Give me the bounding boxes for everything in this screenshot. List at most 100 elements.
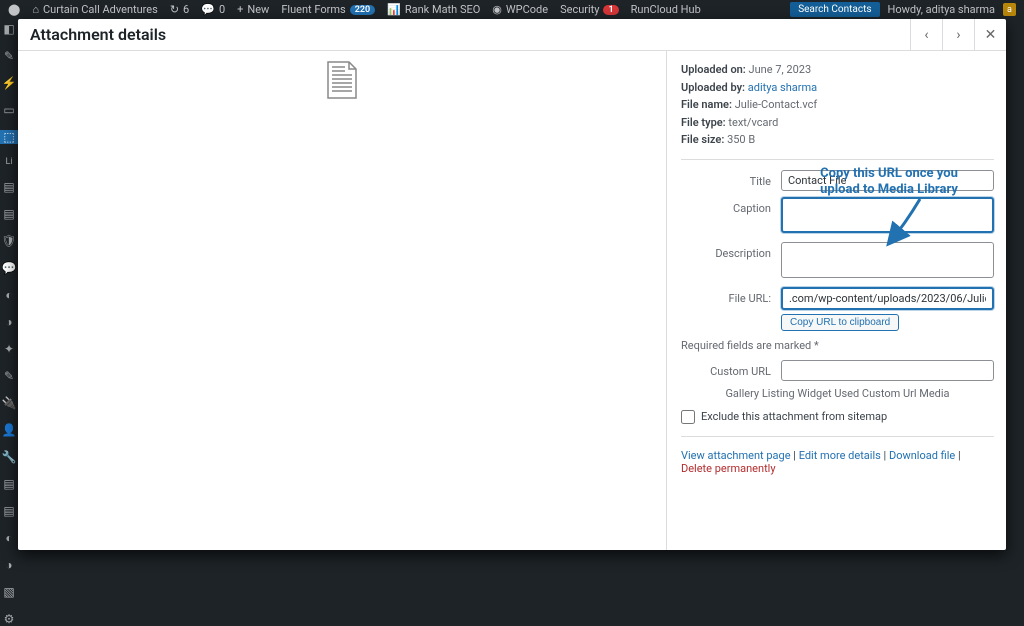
caption-input[interactable] [781,197,994,233]
custom-url-input[interactable] [781,360,994,381]
plugins-icon[interactable]: 🔌 [2,396,16,410]
runcloud-label: RunCloud Hub [631,3,701,16]
attachment-actions: View attachment page | Edit more details… [681,449,994,475]
exclude-sitemap-checkbox[interactable] [681,410,695,424]
description-input[interactable] [781,242,994,278]
new-item[interactable]: + New [237,3,269,16]
prev-button[interactable]: ‹ [910,19,942,51]
site-name-item[interactable]: ⌂ Curtain Call Adventures [32,3,158,16]
wp-logo[interactable]: ⬤ [8,3,20,16]
avatar: a [1003,3,1016,16]
edit-more-link[interactable]: Edit more details [799,449,881,462]
modal-title: Attachment details [18,25,910,44]
item-icon[interactable]: ◑ [2,315,16,329]
title-label: Title [681,170,781,188]
caption-label: Caption [681,197,781,215]
item-icon[interactable]: ▤ [2,504,16,518]
wpcode-label: WPCode [506,3,548,16]
title-input[interactable] [781,170,994,191]
plus-icon: + [237,3,243,16]
close-button[interactable]: ✕ [974,19,1006,51]
item-icon[interactable]: ✦ [2,342,16,356]
fluent-badge: 220 [350,5,375,15]
rank-math-label: Rank Math SEO [405,3,480,16]
attachment-details-modal: Attachment details ‹ › ✕ [18,19,1006,550]
view-attachment-link[interactable]: View attachment page [681,449,791,462]
admin-sidebar: ◧ ✎ ⚡ ▭ ⬚ Li ▤ ▤ 🛡 💬 ◐ ◑ ✦ ✎ 🔌 👤 🔧 ▤ ▤ ◐… [0,19,18,556]
document-icon [327,61,357,99]
copy-url-button[interactable]: Copy URL to clipboard [781,314,899,331]
fluent-label: Fluent Forms [281,3,345,16]
chart-icon: 📊 [387,3,401,16]
home-icon: ⌂ [32,3,39,16]
jetpack-icon[interactable]: ⚡ [2,76,16,90]
file-type-value: text/vcard [728,116,778,129]
attachment-preview [18,51,667,550]
exclude-sitemap-label: Exclude this attachment from sitemap [701,410,887,423]
comments-icon[interactable]: 💬 [2,261,16,275]
settings-icon[interactable]: ⚙ [2,612,16,626]
file-url-row: File URL: Copy URL to clipboard [681,287,994,331]
security-item[interactable]: Security 1 [560,3,619,16]
comment-icon: 💬 [201,3,215,16]
uploaded-on-value: June 7, 2023 [749,63,812,76]
title-row: Title [681,170,994,191]
custom-url-label: Custom URL [681,360,781,378]
fluent-forms-item[interactable]: Fluent Forms 220 [281,3,375,16]
modal-header: Attachment details ‹ › ✕ [18,19,1006,51]
file-size-label: File size: [681,133,724,146]
custom-url-row: Custom URL [681,360,994,381]
rank-math-item[interactable]: 📊 Rank Math SEO [387,3,480,16]
runcloud-item[interactable]: RunCloud Hub [631,3,701,16]
site-name-text: Curtain Call Adventures [43,3,158,16]
tools-icon[interactable]: 🔧 [2,450,16,464]
search-contacts-button[interactable]: Search Contacts [790,2,879,17]
file-size-value: 350 B [727,133,755,146]
library-label[interactable]: Li [2,157,16,167]
item-icon[interactable]: ▤ [2,207,16,221]
item-icon[interactable]: ◐ [2,531,16,545]
file-name-value: Julie-Contact.vcf [735,98,818,111]
admin-bar: ⬤ ⌂ Curtain Call Adventures ↻ 6 💬 0 + Ne… [0,0,1024,19]
file-type-label: File type: [681,116,726,129]
dashboard-icon[interactable]: ◧ [2,22,16,36]
attachment-meta: Uploaded on: June 7, 2023 Uploaded by: a… [681,61,994,160]
howdy-item[interactable]: Howdy, aditya sharma a [888,3,1017,16]
comments-item[interactable]: 💬 0 [201,3,225,16]
exclude-sitemap-row: Exclude this attachment from sitemap [681,410,994,437]
item-icon[interactable]: ▤ [2,477,16,491]
item-icon[interactable]: ▧ [2,585,16,599]
shield-icon[interactable]: 🛡 [2,234,16,248]
item-icon[interactable]: ▤ [2,180,16,194]
file-url-label: File URL: [681,287,781,305]
required-fields-note: Required fields are marked * [681,339,994,352]
download-file-link[interactable]: Download file [889,449,955,462]
users-icon[interactable]: 👤 [2,423,16,437]
security-label: Security [560,3,599,16]
wpcode-item[interactable]: ◉ WPCode [492,3,548,16]
security-badge: 1 [603,5,618,15]
description-row: Description [681,242,994,281]
updates-count: 6 [183,3,189,16]
next-button[interactable]: › [942,19,974,51]
posts-icon[interactable]: ✎ [2,49,16,63]
uploaded-on-label: Uploaded on: [681,63,746,76]
item-icon[interactable]: ◑ [2,558,16,572]
file-url-input[interactable] [781,287,994,310]
description-label: Description [681,242,781,260]
media-icon[interactable]: ⬚ [0,130,18,144]
appearance-icon[interactable]: ✎ [2,369,16,383]
refresh-icon: ↻ [170,3,179,16]
uploaded-by-link[interactable]: aditya sharma [748,81,817,94]
updates-item[interactable]: ↻ 6 [170,3,189,16]
delete-permanently-link[interactable]: Delete permanently [681,462,776,475]
comments-count: 0 [219,3,225,16]
modal-body: Uploaded on: June 7, 2023 Uploaded by: a… [18,51,1006,550]
file-name-label: File name: [681,98,732,111]
gallery-note: Gallery Listing Widget Used Custom Url M… [681,387,994,400]
new-label: New [247,3,269,16]
attachment-details-pane: Uploaded on: June 7, 2023 Uploaded by: a… [667,51,1006,550]
uploaded-by-label: Uploaded by: [681,81,745,94]
item-icon[interactable]: ◐ [2,288,16,302]
pages-icon[interactable]: ▭ [2,103,16,117]
